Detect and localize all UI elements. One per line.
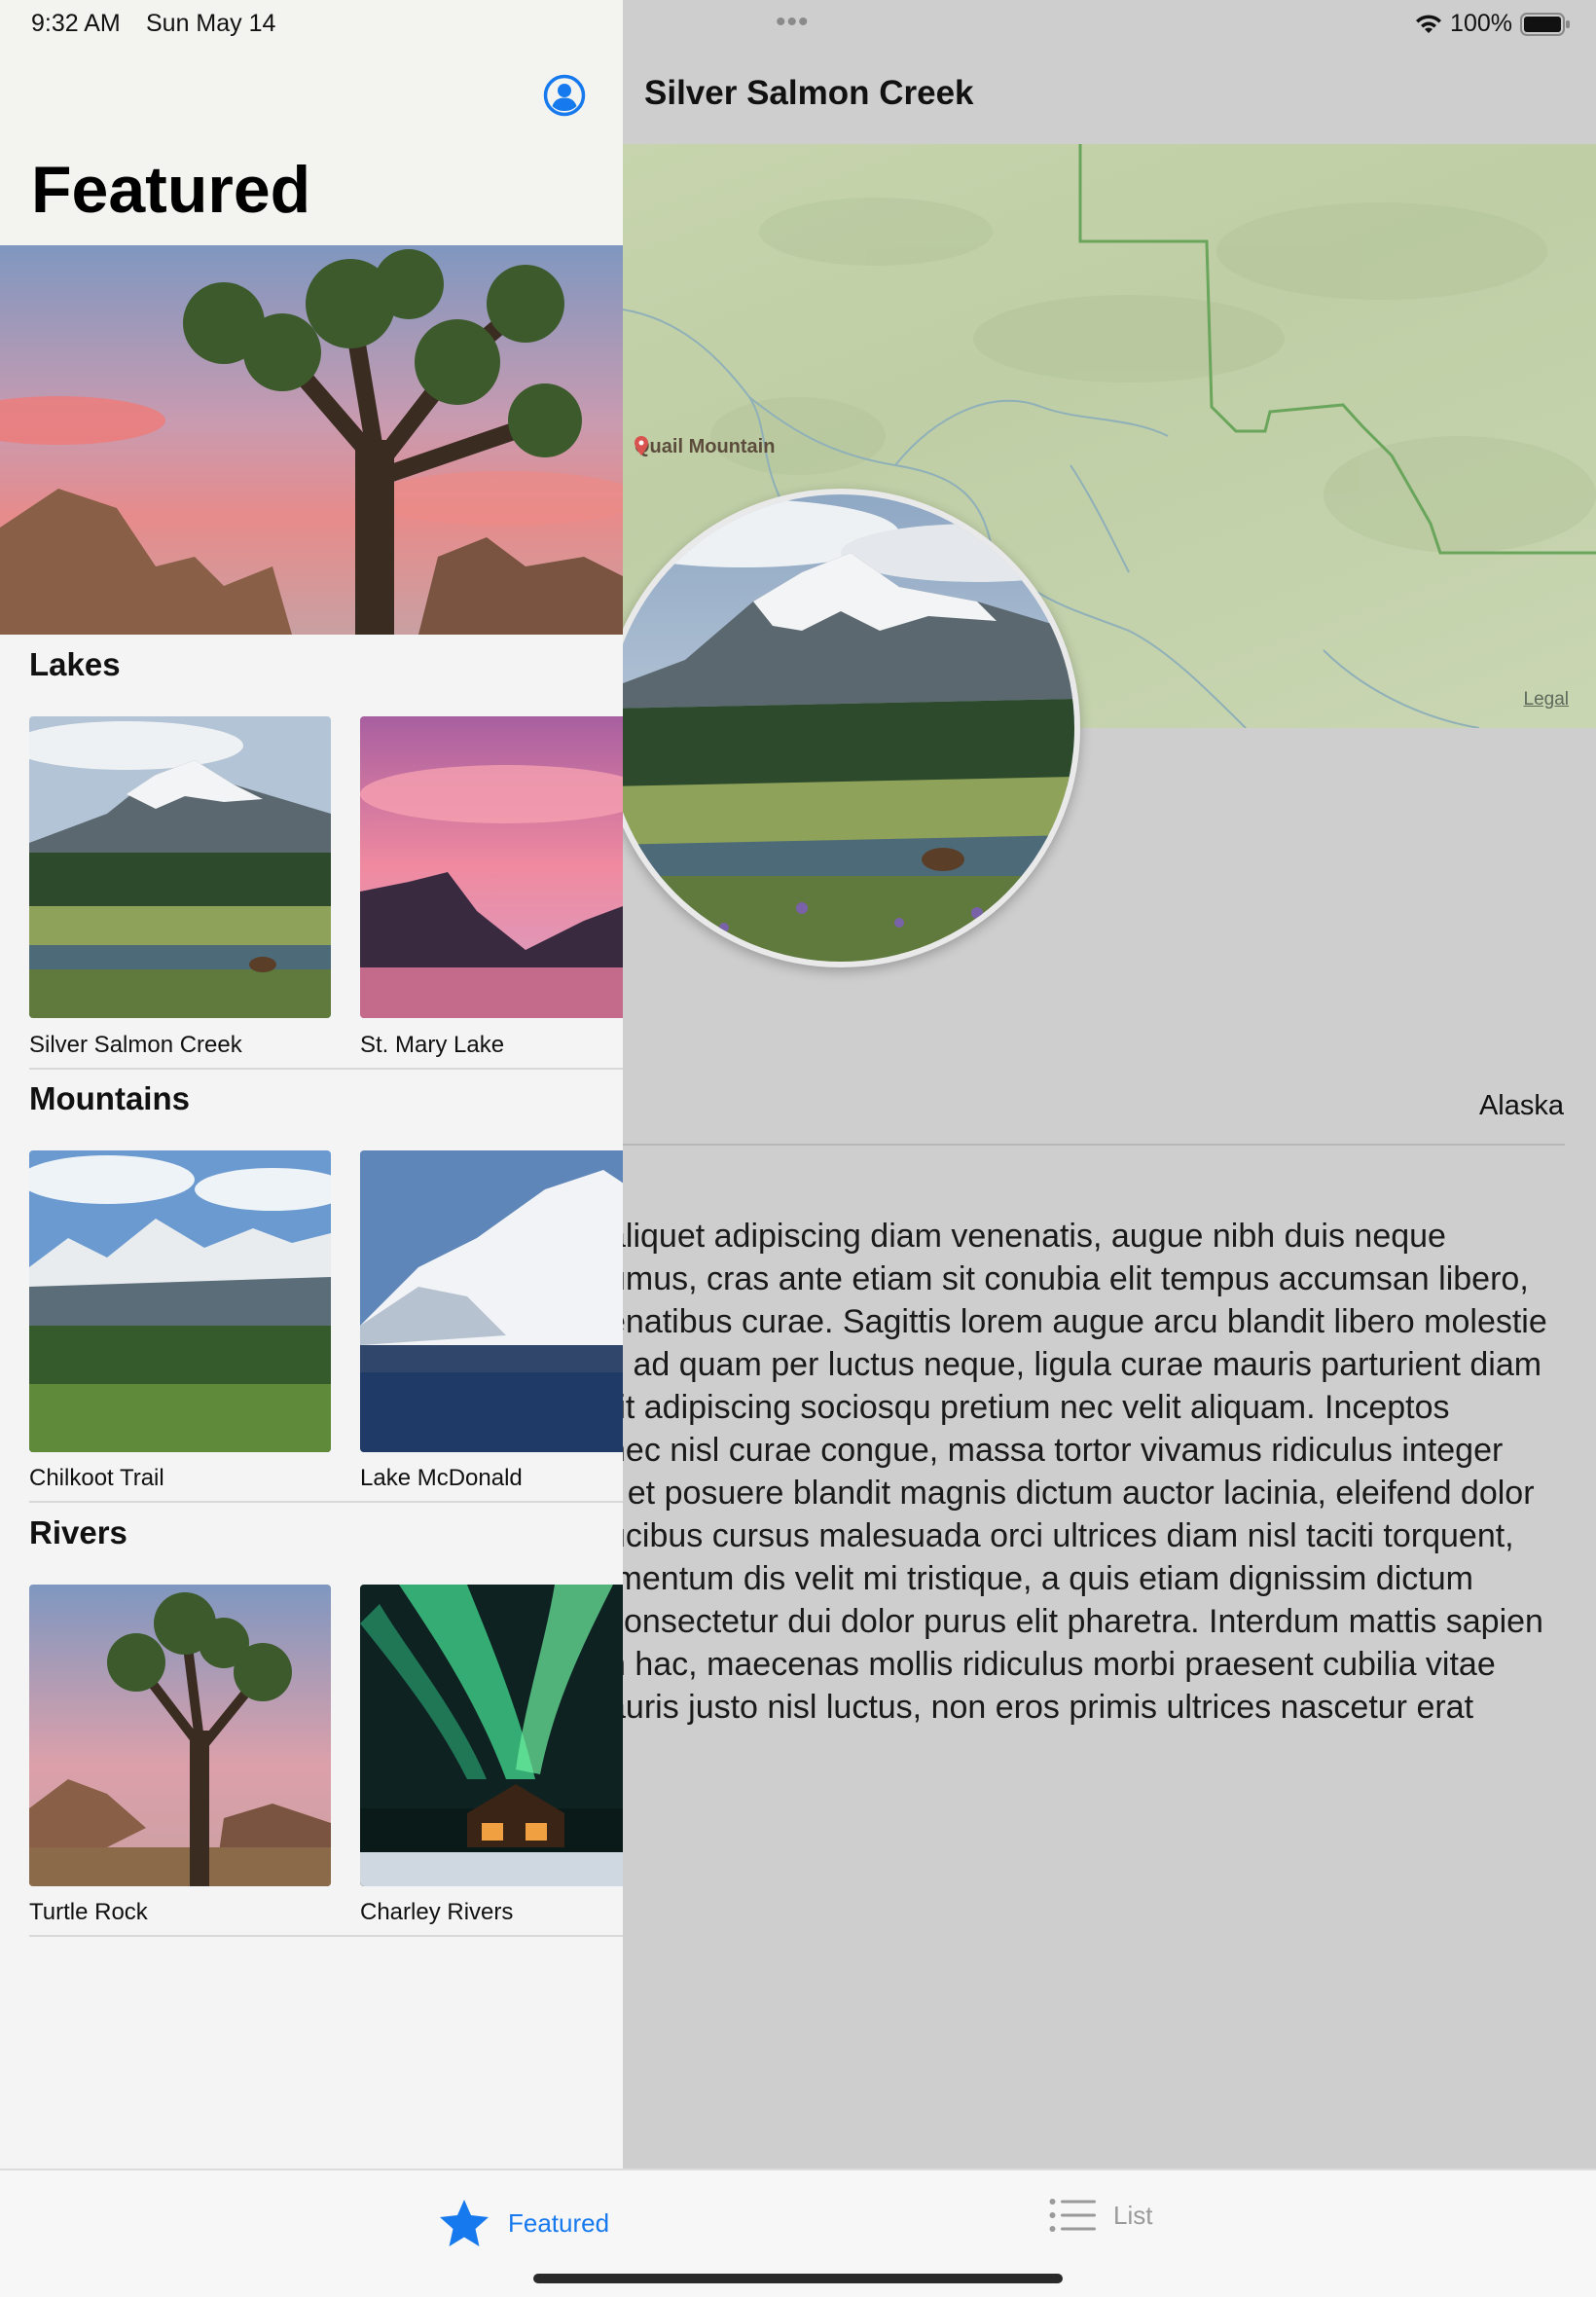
chilkoot-trail-thumbnail bbox=[29, 1150, 331, 1452]
landmark-card-charley-rivers[interactable] bbox=[360, 1585, 623, 1886]
silver-salmon-creek-thumbnail bbox=[29, 716, 331, 1018]
turtle-rock-thumbnail bbox=[29, 1585, 331, 1886]
landmark-card-chilkoot-trail[interactable] bbox=[29, 1150, 331, 1452]
sidebar: 9:32 AM Sun May 14 Featured Lakes Silver… bbox=[0, 0, 623, 2169]
multitasking-dots-icon[interactable]: ••• bbox=[776, 8, 810, 37]
battery-icon bbox=[1520, 12, 1570, 36]
battery-percentage: 100% bbox=[1450, 10, 1512, 37]
description-line: auris justo nisl luctus, non eros primis… bbox=[623, 1689, 1474, 1726]
status-date: Sun May 14 bbox=[146, 10, 276, 37]
wifi-icon bbox=[1416, 14, 1442, 33]
tab-featured[interactable]: Featured bbox=[438, 2198, 609, 2248]
description-line: rit adipiscing sociosqu pretium nec veli… bbox=[623, 1389, 1450, 1426]
detail-title: Silver Salmon Creek bbox=[644, 74, 974, 112]
landmark-name: Lake McDonald bbox=[360, 1465, 523, 1491]
sidebar-navigation-bar: 9:32 AM Sun May 14 Featured bbox=[0, 0, 623, 245]
description-line: imentum dis velit mi tristique, a quis e… bbox=[623, 1560, 1473, 1597]
map-pin-icon bbox=[635, 436, 648, 456]
joshua-tree-photo bbox=[0, 245, 623, 635]
description-text: aliquet adipiscing diam venenatis, augue… bbox=[623, 1215, 1580, 1729]
description-line: enatibus curae. Sagittis lorem augue arc… bbox=[623, 1303, 1547, 1340]
featured-hero-image[interactable] bbox=[0, 245, 623, 635]
landmark-name: Turtle Rock bbox=[29, 1899, 148, 1925]
detail-pane: ••• Silver Salmon Creek 100% Quail Mount… bbox=[623, 0, 1596, 2169]
tab-list-label: List bbox=[1113, 2200, 1153, 2230]
landmark-name: Charley Rivers bbox=[360, 1899, 514, 1925]
charley-rivers-thumbnail bbox=[360, 1585, 623, 1886]
landmark-name: Chilkoot Trail bbox=[29, 1465, 164, 1491]
st-mary-lake-thumbnail bbox=[360, 716, 623, 1018]
description-line: s ad quam per luctus neque, ligula curae… bbox=[623, 1346, 1542, 1383]
circle-landmark-image bbox=[623, 489, 1080, 967]
page-title: Featured bbox=[31, 153, 311, 227]
description-line: n hac, maecenas mollis ridiculus morbi p… bbox=[623, 1646, 1496, 1683]
star-icon bbox=[440, 2200, 489, 2246]
map-pin-label[interactable]: Quail Mountain bbox=[635, 436, 775, 458]
tab-featured-label: Featured bbox=[508, 2207, 610, 2238]
section-title-mountains: Mountains bbox=[29, 1080, 190, 1116]
description-line: aliquet adipiscing diam venenatis, augue… bbox=[623, 1218, 1446, 1255]
landmark-card-lake-mcdonald[interactable] bbox=[360, 1150, 623, 1452]
section-title-lakes: Lakes bbox=[29, 646, 121, 682]
tab-bar: Featured List bbox=[0, 2169, 1596, 2297]
map-legal-link[interactable]: Legal bbox=[1524, 689, 1570, 711]
description-line: consectetur dui dolor purus elit pharetr… bbox=[623, 1603, 1543, 1640]
row-divider bbox=[29, 1068, 623, 1070]
tab-list[interactable]: List bbox=[1049, 2198, 1152, 2233]
state-label: Alaska bbox=[1478, 1090, 1564, 1121]
map-pin-text: Quail Mountain bbox=[635, 436, 776, 457]
description-line: umus, cras ante etiam sit conubia elit t… bbox=[623, 1260, 1529, 1297]
silver-salmon-creek-photo bbox=[623, 494, 1074, 962]
landmark-card-turtle-rock[interactable] bbox=[29, 1585, 331, 1886]
landmark-card-st-mary-lake[interactable] bbox=[360, 716, 623, 1018]
landmark-name: St. Mary Lake bbox=[360, 1032, 505, 1058]
home-indicator[interactable] bbox=[533, 2274, 1063, 2283]
status-time: 9:32 AM bbox=[31, 10, 121, 37]
landmark-name: Silver Salmon Creek bbox=[29, 1032, 242, 1058]
row-divider bbox=[29, 1935, 623, 1937]
description-line: nec nisl curae congue, massa tortor viva… bbox=[623, 1432, 1504, 1469]
lake-mcdonald-thumbnail bbox=[360, 1150, 623, 1452]
list-icon bbox=[1049, 2199, 1096, 2232]
detail-navigation-bar: ••• Silver Salmon Creek 100% bbox=[623, 0, 1596, 144]
detail-divider bbox=[623, 1144, 1565, 1146]
description-line: r et posuere blandit magnis dictum aucto… bbox=[623, 1475, 1535, 1512]
section-title-rivers: Rivers bbox=[29, 1514, 127, 1550]
landmark-card-silver-salmon-creek[interactable] bbox=[29, 716, 331, 1018]
row-divider bbox=[29, 1501, 623, 1503]
status-bar-right: 100% bbox=[1415, 10, 1571, 38]
app-screen: ••• Silver Salmon Creek 100% Quail Mount… bbox=[0, 0, 1596, 2297]
description-line: ucibus cursus malesuada orci ultrices di… bbox=[623, 1517, 1514, 1554]
profile-icon[interactable] bbox=[543, 74, 586, 117]
